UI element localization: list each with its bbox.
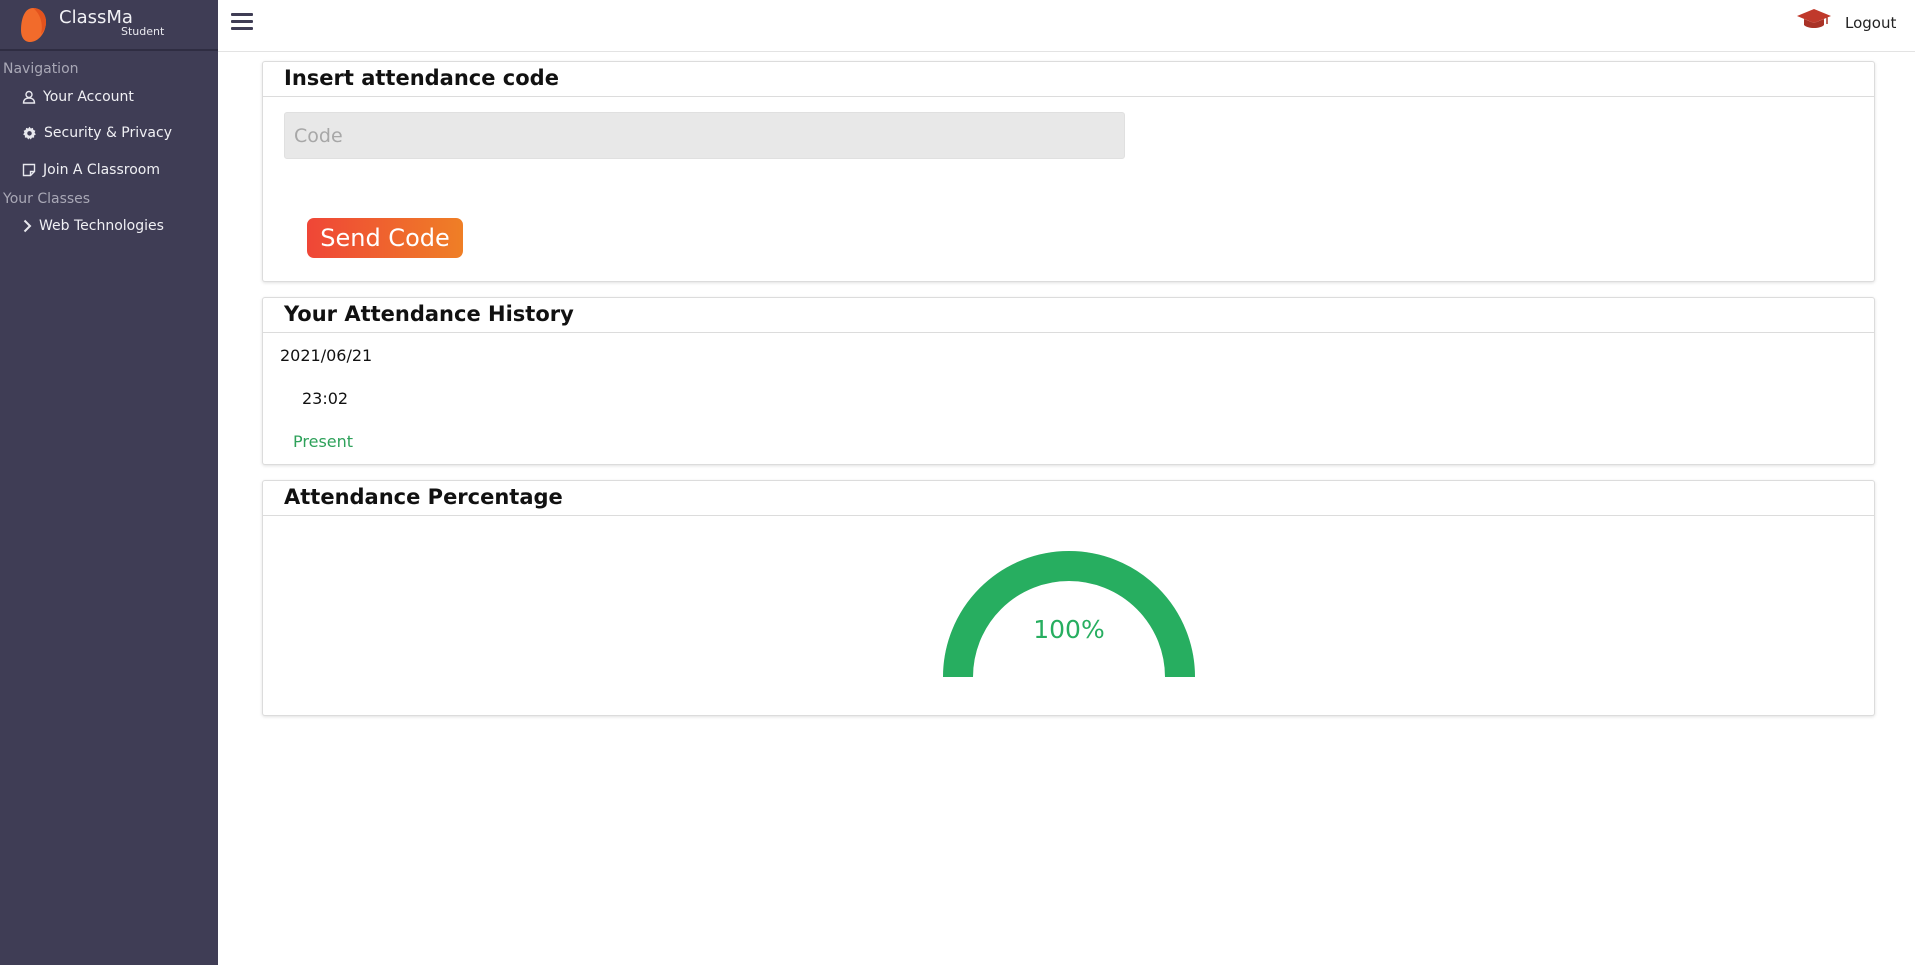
- brand[interactable]: ClassMa Student: [0, 0, 218, 51]
- attendance-gauge: 100%: [943, 551, 1195, 678]
- attendance-code-input[interactable]: [284, 112, 1125, 159]
- sidebar-item-label: Web Technologies: [39, 218, 164, 234]
- sidebar-item-join-classroom[interactable]: Join A Classroom: [22, 162, 160, 178]
- history-status: Present: [293, 432, 354, 451]
- sidebar-item-security-privacy[interactable]: Security & Privacy: [22, 125, 172, 141]
- card-header: Insert attendance code: [263, 62, 1874, 97]
- sidebar: ClassMa Student Navigation Your Account …: [0, 0, 218, 965]
- user-role: Student: [121, 25, 165, 38]
- logout-link[interactable]: Logout: [1845, 14, 1896, 32]
- send-code-button[interactable]: Send Code: [307, 218, 463, 258]
- hamburger-icon[interactable]: [231, 13, 253, 33]
- sidebar-item-label: Security & Privacy: [44, 125, 172, 141]
- graduation-cap-icon: [1797, 9, 1831, 28]
- gauge-value-label: 100%: [1033, 615, 1104, 644]
- sidebar-item-your-account[interactable]: Your Account: [22, 89, 134, 105]
- card-title: Your Attendance History: [284, 302, 574, 326]
- attendance-history-card: Your Attendance History 2021/06/21 23:02…: [262, 297, 1875, 465]
- card-header: Attendance Percentage: [263, 481, 1874, 516]
- classma-logo-icon: [21, 8, 46, 42]
- history-date: 2021/06/21: [280, 346, 373, 365]
- top-bar: Logout: [218, 0, 1915, 52]
- card-title: Insert attendance code: [284, 66, 559, 90]
- sidebar-item-web-technologies[interactable]: Web Technologies: [22, 218, 164, 234]
- attendance-percentage-card: Attendance Percentage 100%: [262, 480, 1875, 716]
- gear-icon: [23, 126, 36, 139]
- sidebar-item-label: Join A Classroom: [43, 162, 160, 178]
- history-time: 23:02: [302, 389, 349, 408]
- sidebar-item-label: Your Account: [43, 89, 134, 105]
- card-title: Attendance Percentage: [284, 485, 563, 509]
- navigation-section-label: Navigation: [3, 61, 79, 77]
- user-icon: [22, 90, 36, 104]
- chevron-right-icon: [23, 219, 32, 233]
- note-icon: [22, 163, 36, 177]
- attendance-code-card: Insert attendance code Send Code: [262, 61, 1875, 282]
- classes-section-label: Your Classes: [3, 191, 91, 207]
- card-header: Your Attendance History: [263, 298, 1874, 333]
